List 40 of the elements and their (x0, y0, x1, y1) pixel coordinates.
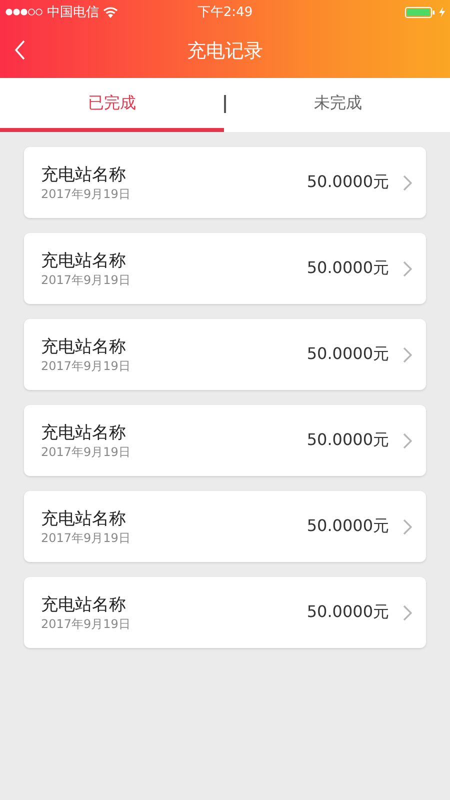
tab[interactable]: 未完成 (226, 78, 450, 132)
record-card[interactable]: 充电站名称 2017年9月19日 50.0000元 (24, 319, 426, 390)
record-amount: 50.0000元 (306, 172, 389, 193)
station-name: 充电站名称 (41, 422, 127, 444)
station-name: 充电站名称 (41, 250, 127, 272)
back-button[interactable] (14, 40, 26, 60)
chevron-right-icon (403, 518, 412, 534)
record-date: 2017年9月19日 (41, 186, 132, 202)
record-card[interactable]: 充电站名称 2017年9月19日 50.0000元 (24, 147, 426, 218)
wifi-icon (103, 6, 118, 18)
chevron-right-icon (403, 260, 412, 276)
carrier-name: 中国电信 (47, 4, 99, 21)
charging-icon (439, 7, 445, 17)
station-name: 充电站名称 (41, 336, 127, 358)
chevron-right-icon (403, 174, 412, 190)
record-card[interactable]: 充电站名称 2017年9月19日 50.0000元 (24, 577, 426, 648)
chevron-right-icon (403, 432, 412, 448)
battery-icon (405, 6, 435, 18)
station-name: 充电站名称 (41, 594, 127, 616)
record-card[interactable]: 充电站名称 2017年9月19日 50.0000元 (24, 405, 426, 476)
record-amount: 50.0000元 (306, 516, 389, 537)
record-amount: 50.0000元 (306, 602, 389, 623)
record-amount: 50.0000元 (306, 430, 389, 451)
record-card[interactable]: 充电站名称 2017年9月19日 50.0000元 (24, 233, 426, 304)
chevron-right-icon (403, 604, 412, 620)
station-name: 充电站名称 (41, 508, 127, 530)
signal-icon (5, 8, 43, 16)
chevron-right-icon (403, 346, 412, 362)
record-date: 2017年9月19日 (41, 616, 132, 632)
status-time: 下午2:49 (197, 4, 253, 21)
record-date: 2017年9月19日 (41, 358, 132, 374)
record-card[interactable]: 充电站名称 2017年9月19日 50.0000元 (24, 491, 426, 562)
page-title: 充电记录 (187, 39, 263, 64)
record-amount: 50.0000元 (306, 344, 389, 365)
record-date: 2017年9月19日 (41, 530, 132, 546)
station-name: 充电站名称 (41, 164, 127, 186)
record-amount: 50.0000元 (306, 258, 389, 279)
record-date: 2017年9月19日 (41, 272, 132, 288)
tab[interactable]: 已完成 (0, 78, 224, 132)
record-date: 2017年9月19日 (41, 444, 132, 460)
